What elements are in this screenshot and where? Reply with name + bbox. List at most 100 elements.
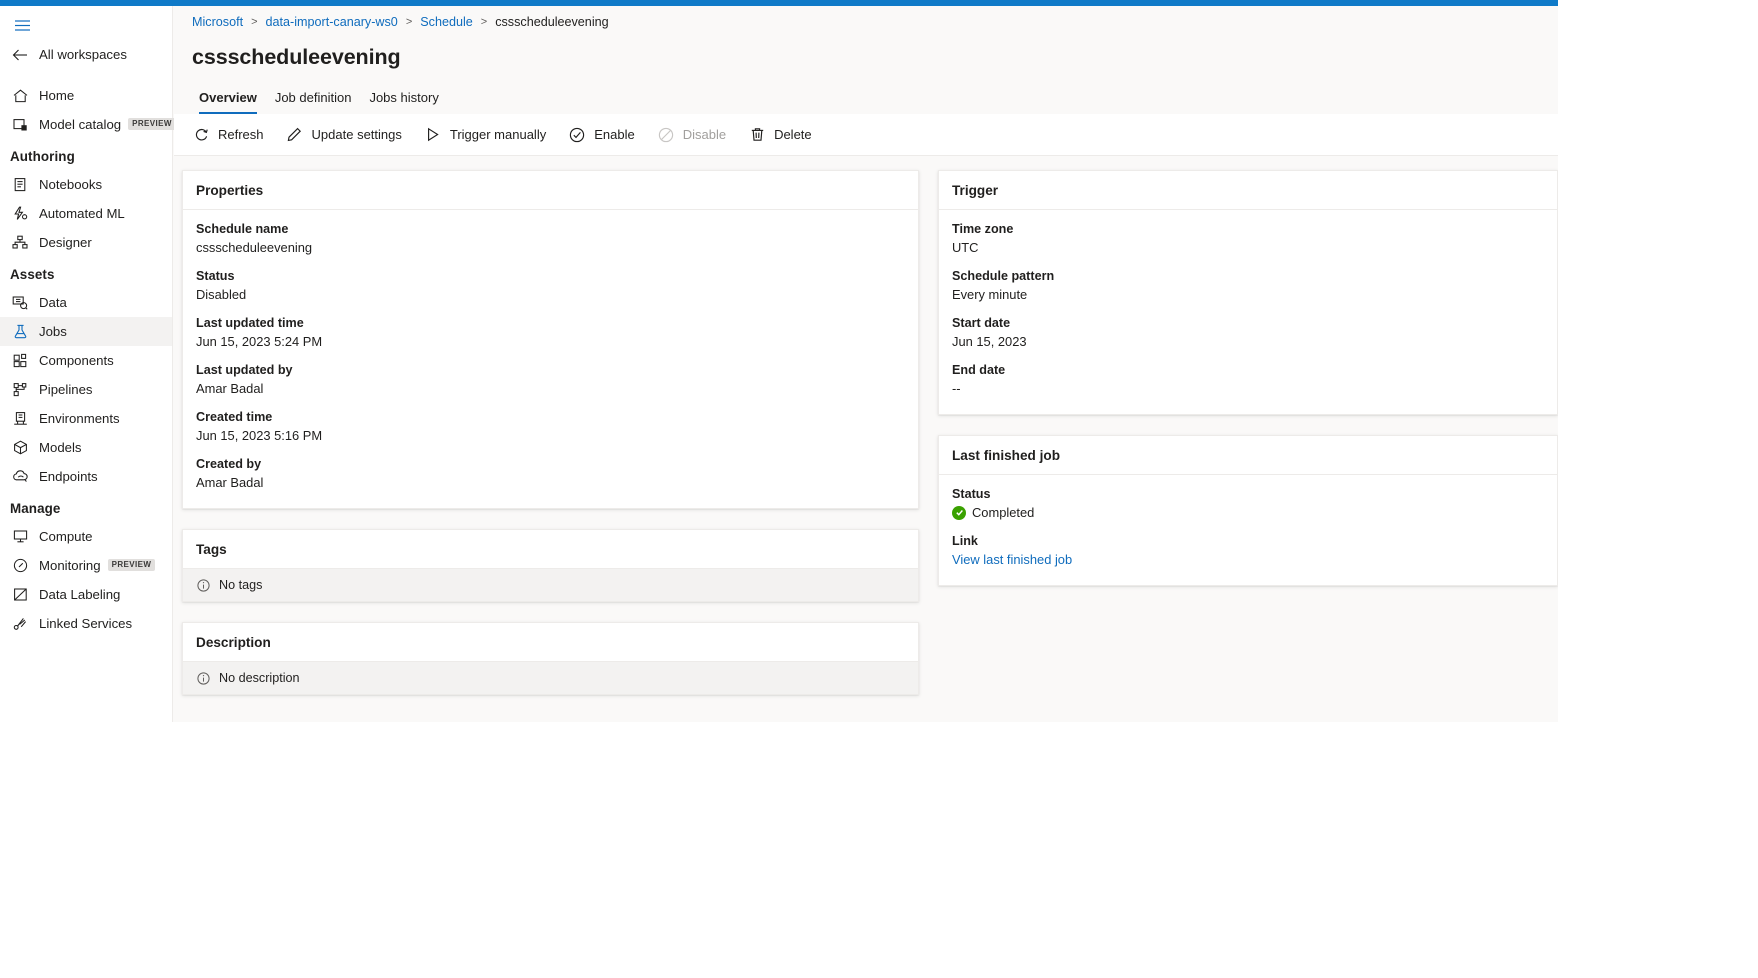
data-labeling-icon bbox=[10, 586, 30, 604]
sidebar-item-notebooks[interactable]: Notebooks bbox=[0, 170, 172, 199]
model-catalog-icon bbox=[10, 116, 30, 134]
hamburger-menu-button[interactable] bbox=[2, 10, 42, 40]
enable-button[interactable]: Enable bbox=[558, 119, 644, 151]
properties-header: Properties bbox=[183, 171, 918, 210]
field-value: Jun 15, 2023 5:24 PM bbox=[196, 332, 905, 351]
sidebar-item-linked-services[interactable]: Linked Services bbox=[0, 609, 172, 638]
sidebar-item-label: Pipelines bbox=[39, 383, 93, 396]
tab-label: Jobs history bbox=[369, 90, 438, 105]
field-value: Disabled bbox=[196, 285, 905, 304]
sidebar-item-compute[interactable]: Compute bbox=[0, 522, 172, 551]
sidebar-item-designer[interactable]: Designer bbox=[0, 228, 172, 257]
left-navigation: All workspaces Home Model catalog PREVIE… bbox=[0, 6, 173, 722]
sidebar-item-data[interactable]: Data bbox=[0, 288, 172, 317]
overview-panels: Properties Schedule name cssscheduleeven… bbox=[174, 156, 1558, 715]
arrow-left-icon bbox=[10, 46, 30, 64]
sidebar-item-label: Notebooks bbox=[39, 178, 102, 191]
left-column: Properties Schedule name cssscheduleeven… bbox=[182, 170, 919, 715]
sidebar-item-monitoring[interactable]: Monitoring PREVIEW bbox=[0, 551, 172, 580]
breadcrumb-item-schedule[interactable]: Schedule bbox=[420, 15, 473, 29]
components-icon bbox=[10, 352, 30, 370]
breadcrumb-separator-icon: > bbox=[251, 16, 257, 28]
breadcrumb-separator-icon: > bbox=[406, 16, 412, 28]
info-icon bbox=[196, 671, 210, 685]
property-last-updated-by: Last updated by Amar Badal bbox=[196, 361, 905, 398]
field-value: cssscheduleevening bbox=[196, 238, 905, 257]
command-bar: Refresh Update settings Trigger manually bbox=[174, 114, 1558, 156]
command-label: Delete bbox=[774, 127, 812, 142]
tab-jobs-history[interactable]: Jobs history bbox=[360, 84, 447, 114]
compute-monitor-icon bbox=[10, 528, 30, 546]
field-value: Jun 15, 2023 5:16 PM bbox=[196, 426, 905, 445]
trigger-schedule-pattern: Schedule pattern Every minute bbox=[952, 267, 1544, 304]
tab-overview[interactable]: Overview bbox=[190, 84, 266, 114]
field-label: Start date bbox=[952, 314, 1544, 332]
field-label: Last updated by bbox=[196, 361, 905, 379]
tab-job-definition[interactable]: Job definition bbox=[266, 84, 361, 114]
pipelines-icon bbox=[10, 381, 30, 399]
field-value: Jun 15, 2023 bbox=[952, 332, 1544, 351]
trigger-end-date: End date -- bbox=[952, 361, 1544, 398]
description-empty-text: No description bbox=[219, 671, 300, 685]
sidebar-item-label: Models bbox=[39, 441, 82, 454]
last-finished-job-card: Last finished job Status Completed bbox=[938, 435, 1558, 586]
success-check-icon bbox=[952, 506, 966, 520]
trigger-header: Trigger bbox=[939, 171, 1557, 210]
sidebar-item-model-catalog[interactable]: Model catalog PREVIEW bbox=[0, 110, 172, 139]
update-settings-button[interactable]: Update settings bbox=[276, 119, 412, 151]
field-label: Status bbox=[952, 485, 1544, 503]
automated-ml-icon bbox=[10, 205, 30, 223]
right-column: Trigger Time zone UTC Schedule pattern E… bbox=[938, 170, 1558, 715]
field-label: Schedule pattern bbox=[952, 267, 1544, 285]
refresh-button[interactable]: Refresh bbox=[182, 119, 274, 151]
tags-empty-text: No tags bbox=[219, 578, 262, 592]
breadcrumb-item-microsoft[interactable]: Microsoft bbox=[192, 15, 243, 29]
view-last-finished-job-link[interactable]: View last finished job bbox=[952, 550, 1544, 569]
sidebar-item-label: Endpoints bbox=[39, 470, 98, 483]
sidebar-item-components[interactable]: Components bbox=[0, 346, 172, 375]
sidebar-item-models[interactable]: Models bbox=[0, 433, 172, 462]
sidebar-item-jobs[interactable]: Jobs bbox=[0, 317, 172, 346]
description-header: Description bbox=[183, 623, 918, 662]
field-label: Created by bbox=[196, 455, 905, 473]
trigger-card: Trigger Time zone UTC Schedule pattern E… bbox=[938, 170, 1558, 415]
sidebar-back-all-workspaces[interactable]: All workspaces bbox=[0, 40, 172, 69]
property-status: Status Disabled bbox=[196, 267, 905, 304]
field-value: Every minute bbox=[952, 285, 1544, 304]
breadcrumb-separator-icon: > bbox=[481, 16, 487, 28]
sidebar-group-authoring: Authoring bbox=[0, 139, 172, 170]
hamburger-icon bbox=[14, 19, 31, 32]
disable-button: Disable bbox=[647, 119, 736, 151]
sidebar-item-data-labeling[interactable]: Data Labeling bbox=[0, 580, 172, 609]
data-icon bbox=[10, 294, 30, 312]
sidebar-item-environments[interactable]: Environments bbox=[0, 404, 172, 433]
sidebar-item-endpoints[interactable]: Endpoints bbox=[0, 462, 172, 491]
command-label: Disable bbox=[683, 127, 726, 142]
designer-icon bbox=[10, 234, 30, 252]
field-label: Created time bbox=[196, 408, 905, 426]
tags-header: Tags bbox=[183, 530, 918, 569]
sidebar-item-pipelines[interactable]: Pipelines bbox=[0, 375, 172, 404]
main-content: Microsoft > data-import-canary-ws0 > Sch… bbox=[174, 6, 1558, 722]
breadcrumb-item-workspace[interactable]: data-import-canary-ws0 bbox=[266, 15, 398, 29]
property-created-time: Created time Jun 15, 2023 5:16 PM bbox=[196, 408, 905, 445]
sidebar-item-automated-ml[interactable]: Automated ML bbox=[0, 199, 172, 228]
delete-button[interactable]: Delete bbox=[738, 119, 822, 151]
info-icon bbox=[196, 578, 210, 592]
sidebar-item-label: Home bbox=[39, 89, 74, 102]
last-finished-job-header: Last finished job bbox=[939, 436, 1557, 475]
play-icon bbox=[424, 126, 442, 144]
field-label: End date bbox=[952, 361, 1544, 379]
tags-empty-state: No tags bbox=[183, 569, 918, 601]
field-value: Amar Badal bbox=[196, 473, 905, 492]
trigger-manually-button[interactable]: Trigger manually bbox=[414, 119, 556, 151]
trigger-time-zone: Time zone UTC bbox=[952, 220, 1544, 257]
field-label: Time zone bbox=[952, 220, 1544, 238]
sidebar-item-label: Designer bbox=[39, 236, 92, 249]
field-label: Last updated time bbox=[196, 314, 905, 332]
sidebar-item-label: Linked Services bbox=[39, 617, 132, 630]
sidebar-item-home[interactable]: Home bbox=[0, 81, 172, 110]
trigger-body: Time zone UTC Schedule pattern Every min… bbox=[939, 210, 1557, 414]
environments-icon bbox=[10, 410, 30, 428]
sidebar-item-label: Environments bbox=[39, 412, 120, 425]
